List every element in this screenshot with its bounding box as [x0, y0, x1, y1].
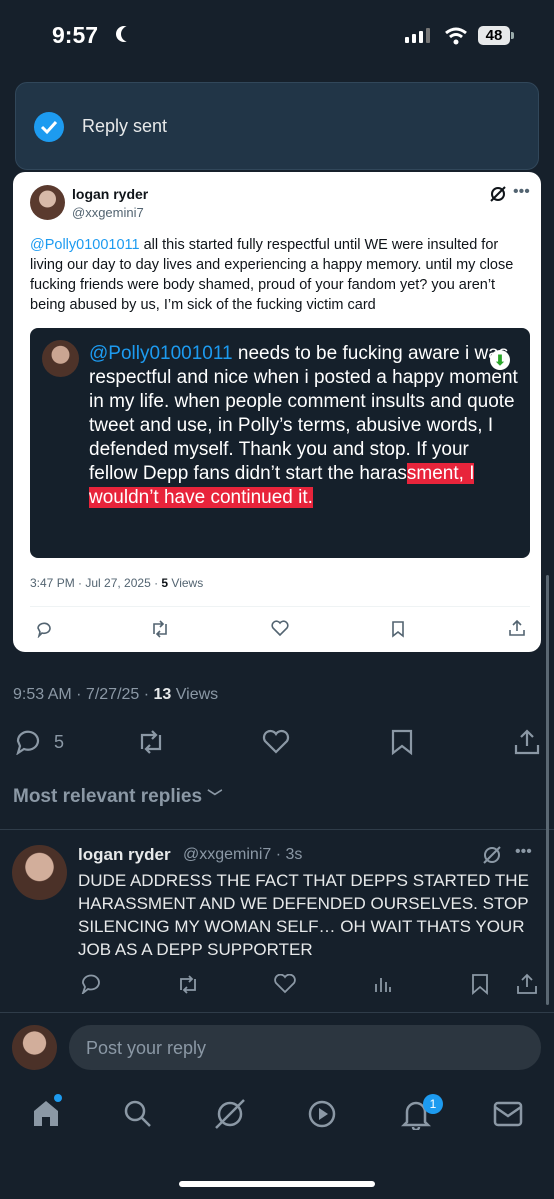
signal-icon: [405, 28, 430, 43]
home-unread-dot: [54, 1094, 62, 1102]
post-text: @Polly01001011 all this started fully re…: [30, 235, 530, 315]
replies-sort-label: Most relevant replies: [13, 786, 203, 807]
author-handle: @xxgemini7: [72, 205, 144, 220]
author-name[interactable]: logan ryder: [72, 186, 148, 202]
toast-text: Reply sent: [82, 116, 168, 136]
like-icon[interactable]: [262, 729, 290, 755]
battery-icon: 48: [478, 26, 510, 45]
mention-link[interactable]: @Polly01001011: [30, 237, 140, 253]
views-icon[interactable]: [374, 974, 392, 994]
repost-icon[interactable]: [150, 620, 170, 638]
reply-icon[interactable]: [35, 620, 53, 638]
grok-icon[interactable]: [482, 845, 502, 865]
grok-icon[interactable]: [489, 185, 507, 203]
reply-icon[interactable]: [14, 729, 42, 755]
divider: [0, 1012, 554, 1013]
home-indicator: [179, 1181, 375, 1187]
avatar[interactable]: [12, 845, 67, 900]
reply-text: DUDE ADDRESS THE FACT THAT DEPPS STARTED…: [78, 871, 529, 959]
more-icon[interactable]: •••: [513, 183, 530, 201]
repost-icon[interactable]: [136, 729, 166, 755]
avatar[interactable]: [30, 185, 65, 220]
more-icon[interactable]: •••: [515, 843, 532, 861]
grok-icon[interactable]: [213, 1097, 247, 1131]
like-icon[interactable]: [274, 974, 296, 994]
check-icon: [34, 112, 64, 142]
post-views-label: Views: [171, 686, 219, 703]
post-views-count: 13: [153, 686, 172, 703]
video-icon[interactable]: [307, 1099, 337, 1129]
bookmark-icon[interactable]: [391, 620, 405, 638]
reply-author-handle: @xxgemini7 · 3s: [183, 846, 303, 863]
image-text: @Polly01001011 needs to be fucking aware…: [89, 342, 519, 510]
reply-count: 5: [54, 732, 65, 752]
reply-input-placeholder: Post your reply: [86, 1038, 207, 1058]
wifi-icon: [445, 27, 467, 45]
notification-badge: 1: [423, 1094, 443, 1114]
home-icon[interactable]: [31, 1098, 61, 1128]
replies-sort-dropdown[interactable]: Most relevant replies ﹀: [13, 786, 222, 808]
quoted-views-label: Views: [168, 576, 204, 590]
battery-tip: [511, 32, 514, 39]
divider: [30, 606, 530, 607]
status-time: 9:57: [52, 22, 99, 48]
reply-icon[interactable]: [80, 974, 102, 994]
repost-icon[interactable]: [176, 974, 200, 994]
search-icon[interactable]: [123, 1099, 153, 1129]
bookmark-icon[interactable]: [471, 973, 489, 995]
image-avatar: [42, 340, 79, 377]
quoted-time: 3:47 PM · Jul 27, 2025 ·: [30, 576, 162, 590]
post-time: 9:53 AM · 7/27/25 ·: [13, 686, 154, 703]
divider: [0, 829, 554, 830]
share-icon[interactable]: [516, 973, 538, 995]
avatar[interactable]: [12, 1025, 57, 1070]
share-icon[interactable]: [508, 619, 526, 637]
chevron-down-icon: ﹀: [207, 789, 223, 806]
bookmark-icon[interactable]: [390, 728, 414, 756]
share-icon[interactable]: [513, 728, 541, 756]
reply-author-name[interactable]: logan ryder: [78, 845, 171, 865]
image-mention: @Polly01001011: [89, 343, 233, 364]
like-icon[interactable]: [271, 620, 289, 637]
quoted-timestamp: 3:47 PM · Jul 27, 2025 · 5 Views: [30, 576, 203, 590]
download-arrow-icon: ⬇: [490, 350, 510, 370]
messages-icon[interactable]: [493, 1101, 523, 1127]
post-timestamp: 9:53 AM · 7/27/25 · 13 Views: [13, 686, 218, 704]
moon-icon: [121, 26, 137, 42]
scrollbar[interactable]: [546, 575, 549, 1005]
